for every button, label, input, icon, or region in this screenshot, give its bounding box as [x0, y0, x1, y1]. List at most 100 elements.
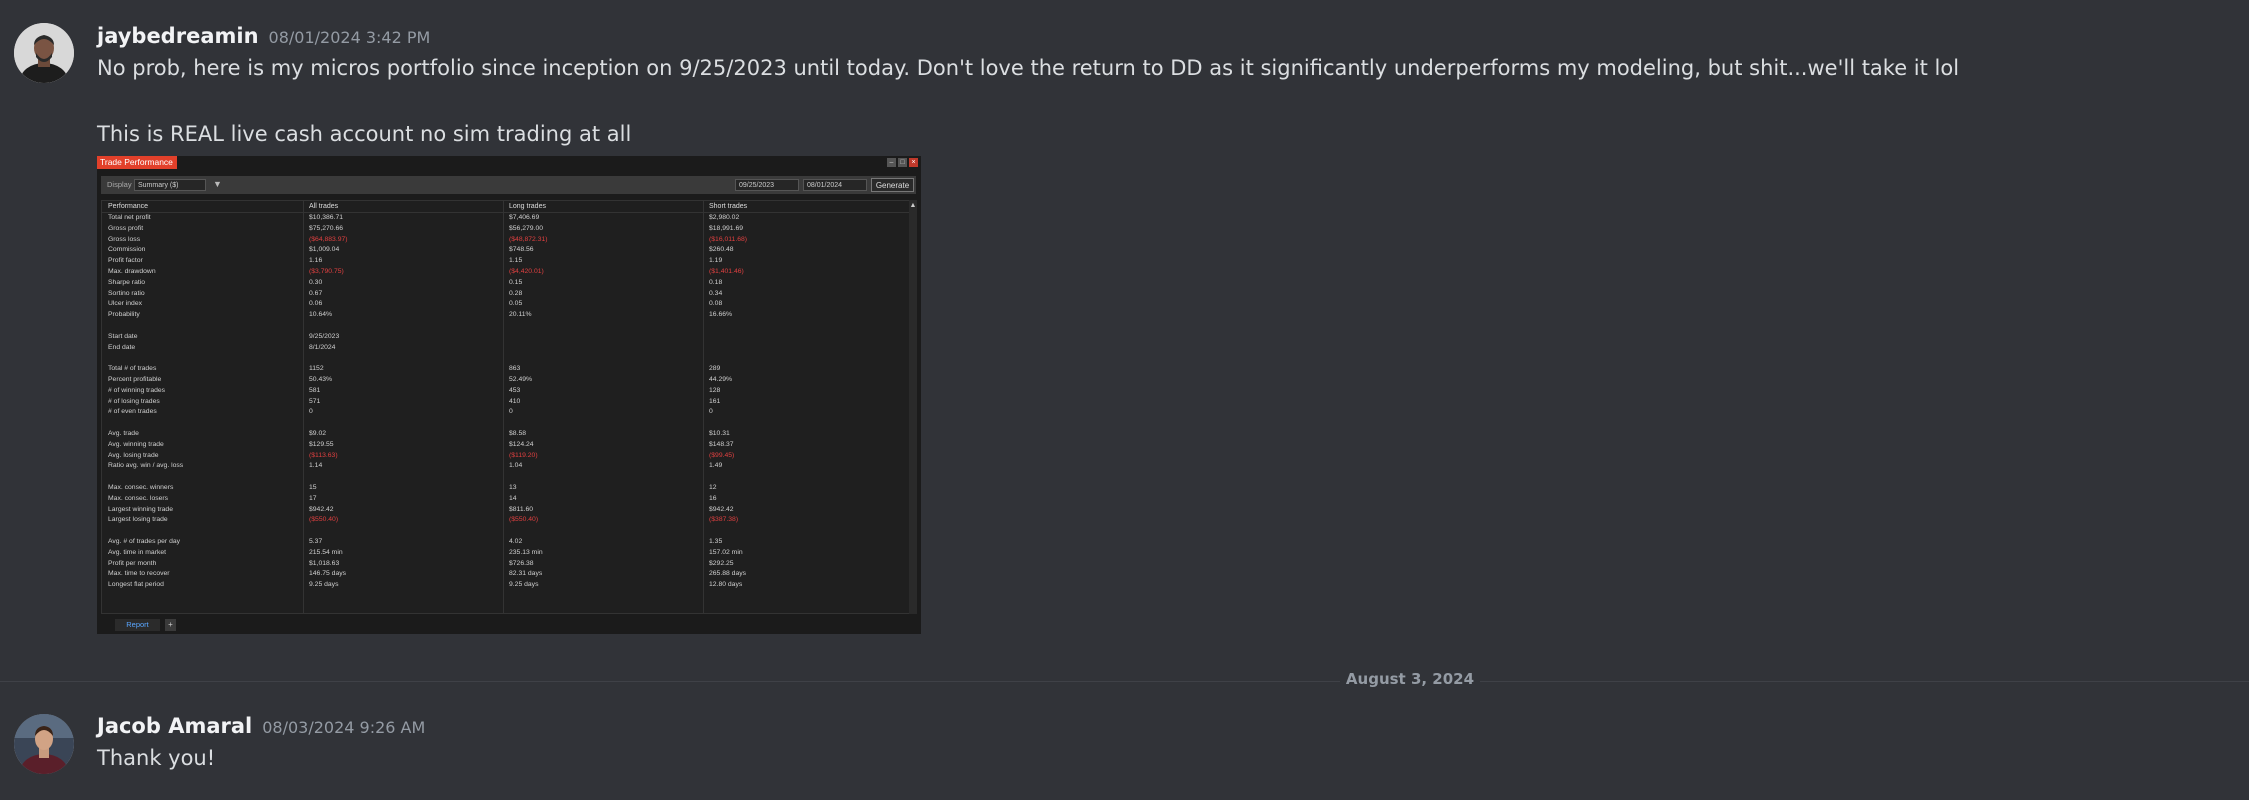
table-cell: 0.30 — [309, 278, 323, 286]
table-cell: $75,270.66 — [309, 224, 344, 232]
avatar[interactable] — [14, 714, 74, 774]
table-cell: $8.58 — [509, 430, 527, 437]
table-row: Avg. # of trades per day 5.37 4.02 1.35 — [102, 538, 909, 549]
message-header: Jacob Amaral 08/03/2024 9:26 AM — [97, 714, 425, 738]
table-cell: ($16,011.68) — [709, 235, 748, 243]
table-cell: ($64,883.97) — [309, 235, 348, 243]
table-row: Total # of trades 1152 863 289 — [102, 365, 909, 376]
table-cell: Avg. time in market — [108, 548, 167, 556]
table-row — [102, 322, 909, 333]
table-row: Largest winning trade $942.42 $811.60 $942.… — [102, 506, 909, 517]
table-row: End date 8/1/2024 — [102, 344, 909, 355]
table-cell: 1.16 — [309, 257, 323, 265]
table-cell: 0.34 — [709, 289, 723, 297]
table-cell: Probability — [108, 311, 140, 319]
table-cell: $56,279.00 — [509, 224, 544, 232]
table-cell: 161 — [709, 397, 721, 405]
table-row: Ulcer index 0.06 0.05 0.08 — [102, 300, 909, 311]
table-cell: 1.14 — [309, 462, 323, 470]
scrollbar — [909, 200, 917, 614]
timestamp[interactable]: 08/01/2024 3:42 PM — [269, 28, 431, 47]
attachment-image[interactable]: Trade Performance – □ × Display Summary … — [97, 156, 921, 634]
table-cell: $748.56 — [509, 246, 534, 254]
table-cell: Profit per month — [108, 559, 157, 567]
table-cell: 9.25 days — [509, 581, 539, 589]
table-cell: 1152 — [309, 365, 324, 373]
toolbar: Display Summary ($) ▼ 09/25/2023 08/01/2… — [101, 176, 916, 194]
table-row: Gross loss ($64,883.97) ($48,872.31) ($16,0… — [102, 236, 909, 247]
table-cell: ($99.45) — [709, 451, 735, 459]
table-cell: $9.02 — [309, 430, 327, 437]
table-row: Ratio avg. win / avg. loss 1.14 1.04 1.49 — [102, 462, 909, 473]
table-cell: 12 — [709, 484, 717, 491]
table-cell: 44.29% — [709, 376, 733, 383]
table-row: Profit per month $1,018.63 $726.38 $292.25 — [102, 560, 909, 571]
table-cell: $726.38 — [509, 559, 534, 567]
avatar[interactable] — [14, 23, 74, 83]
table-cell: $124.24 — [509, 440, 534, 448]
table-cell: 17 — [309, 494, 317, 502]
table-row: Longest flat period 9.25 days 9.25 days 12.… — [102, 581, 909, 592]
username[interactable]: Jacob Amaral — [97, 714, 252, 738]
table-cell: 8/1/2024 — [309, 343, 336, 351]
table-cell: 5.37 — [309, 538, 323, 545]
table-cell: 0.06 — [309, 300, 323, 308]
table-cell: $1,009.04 — [309, 246, 340, 254]
table-cell: 82.31 days — [509, 570, 543, 578]
table-cell: 0 — [509, 408, 513, 416]
table-cell: $7,406.69 — [509, 214, 540, 221]
table-cell: Max. consec. losers — [108, 494, 169, 502]
table-cell: 157.02 min — [709, 548, 743, 556]
username[interactable]: jaybedreamin — [97, 24, 259, 48]
table-cell: 0.28 — [509, 289, 523, 297]
table-cell: 453 — [509, 386, 521, 394]
date-divider — [0, 681, 2249, 682]
table-row: Max. consec. losers 17 14 16 — [102, 495, 909, 506]
performance-table: Performance All trades Long trades Short… — [101, 200, 910, 614]
user-avatar-icon — [14, 714, 74, 774]
table-row: Gross profit $75,270.66 $56,279.00 $18,991.… — [102, 225, 909, 236]
table-cell: 1.04 — [509, 462, 523, 470]
column-header: All trades — [309, 203, 339, 210]
table-cell: 15 — [309, 484, 317, 491]
user-avatar-icon — [14, 23, 74, 83]
table-cell: Profit factor — [108, 257, 143, 265]
table-cell: 12.80 days — [709, 581, 743, 589]
table-cell: # of winning trades — [108, 386, 166, 394]
table-cell: 128 — [709, 386, 721, 394]
table-cell: 235.13 min — [509, 548, 543, 556]
table-cell: $10,386.71 — [309, 214, 344, 221]
table-cell: Percent profitable — [108, 376, 162, 383]
message-text: This is REAL live cash account no sim tr… — [97, 122, 632, 146]
table-row: Profit factor 1.16 1.15 1.19 — [102, 257, 909, 268]
table-cell: 146.75 days — [309, 570, 347, 578]
date-from: 09/25/2023 — [735, 179, 799, 191]
table-row: # of winning trades 581 453 128 — [102, 387, 909, 398]
table-cell: ($113.63) — [309, 451, 338, 459]
table-cell: 9.25 days — [309, 581, 339, 589]
table-cell: 265.88 days — [709, 570, 747, 578]
table-cell: 14 — [509, 494, 517, 502]
table-cell: Total net profit — [108, 214, 151, 221]
table-cell: Avg. winning trade — [108, 440, 164, 448]
table-row: Max. consec. winners 15 13 12 — [102, 484, 909, 495]
table-cell: $2,980.02 — [709, 214, 740, 221]
table-cell: Longest flat period — [108, 581, 164, 589]
table-cell: ($387.38) — [709, 516, 739, 524]
table-cell: $148.37 — [709, 440, 734, 448]
table-row: Avg. trade $9.02 $8.58 $10.31 — [102, 430, 909, 441]
scroll-up-icon: ▲ — [909, 202, 917, 209]
table-cell: 0.05 — [509, 300, 523, 308]
date-divider-label: August 3, 2024 — [1340, 670, 1480, 688]
table-cell: ($550.40) — [509, 516, 539, 524]
timestamp[interactable]: 08/03/2024 9:26 AM — [262, 718, 425, 737]
table-cell: ($1,401.46) — [709, 268, 744, 275]
table-cell: Sortino ratio — [108, 289, 145, 297]
tab-report: Report — [115, 619, 160, 631]
table-cell: $811.60 — [509, 505, 534, 513]
table-row: Largest losing trade ($550.40) ($550.40) ($… — [102, 516, 909, 527]
table-row — [102, 527, 909, 538]
table-cell: # of even trades — [108, 408, 157, 416]
table-row: Avg. time in market 215.54 min 235.13 min 1… — [102, 549, 909, 560]
table-row: Start date 9/25/2023 — [102, 333, 909, 344]
